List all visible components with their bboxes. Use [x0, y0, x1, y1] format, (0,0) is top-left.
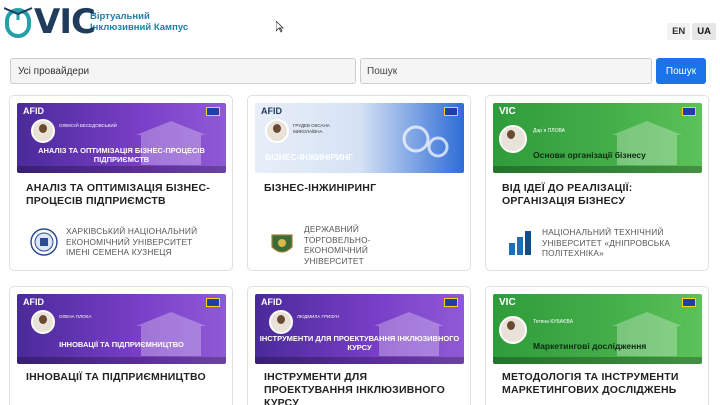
- banner-strip: [17, 357, 226, 364]
- banner-strip: [493, 166, 702, 173]
- course-card[interactable]: AFID ГРУДЕВ ОКСАНА МИКОЛАЇВНА БІЗНЕС-ІНЖ…: [247, 95, 471, 271]
- lecturer-avatar: [31, 119, 55, 143]
- logo-mark: VIC: [4, 2, 96, 42]
- mouse-cursor-icon: [276, 21, 284, 33]
- course-title[interactable]: БІЗНЕС-ІНЖИНІРИНГ: [264, 182, 454, 195]
- banner-logo: AFID: [23, 106, 44, 116]
- banner-course-title: Маркетингові дослідження: [533, 341, 647, 351]
- search-button[interactable]: Пошук: [656, 58, 706, 84]
- banner-logo: AFID: [261, 297, 282, 307]
- course-title[interactable]: ВІД ІДЕЇ ДО РЕАЛІЗАЦІЇ: ОРГАНІЗАЦІЯ БІЗН…: [502, 182, 702, 208]
- university-bars-icon: [509, 230, 531, 255]
- language-switcher: EN UA: [667, 23, 716, 40]
- banner-course-title: ІНСТРУМЕНТИ ДЛЯ ПРОЕКТУВАННЯ ІНКЛЮЗИВНОГ…: [259, 334, 460, 352]
- course-title[interactable]: ІННОВАЦІЇ ТА ПІДПРИЄМНИЦТВО: [26, 371, 216, 384]
- eu-flag-icon: [682, 298, 696, 307]
- lecturer-avatar: [31, 310, 55, 334]
- banner-strip: [493, 357, 702, 364]
- course-banner: VIC Дар`я ПЛОВА Основи організації бізне…: [493, 103, 702, 173]
- lecturer-avatar: [499, 125, 527, 153]
- banner-course-title: ІННОВАЦІЇ ТА ПІДПРИЄМНИЦТВО: [59, 340, 184, 349]
- lecturer-avatar: [265, 119, 289, 143]
- banner-logo: AFID: [23, 297, 44, 307]
- banner-strip: [17, 166, 226, 173]
- lecturer-avatar: [499, 316, 527, 344]
- university-crest-icon: [271, 234, 293, 253]
- building-icon: [136, 312, 206, 356]
- banner-strip: [255, 357, 464, 364]
- lang-ua-button[interactable]: UA: [692, 23, 716, 40]
- filter-bar: Усі провайдери Пошук: [10, 58, 708, 84]
- banner-lecturer-name: ОЛЕКСІЙ БЕСЕДОВСЬКИЙ: [59, 123, 117, 128]
- course-provider: НАЦІОНАЛЬНИЙ ТЕХНІЧНИЙ УНІВЕРСИТЕТ «ДНІП…: [506, 227, 682, 259]
- banner-course-title: АНАЛІЗ ТА ОПТИМІЗАЦІЯ БІЗНЕС-ПРОЦЕСІВ ПІ…: [38, 146, 205, 164]
- course-title[interactable]: ІНСТРУМЕНТИ ДЛЯ ПРОЕКТУВАННЯ ІНКЛЮЗИВНОГ…: [264, 371, 454, 405]
- lang-en-button[interactable]: EN: [667, 23, 691, 40]
- provider-select[interactable]: Усі провайдери: [10, 58, 356, 84]
- course-card[interactable]: VIC Тетяна КУБАЄВА Маркетингові дослідже…: [485, 286, 709, 405]
- logo-wordmark: VIC: [34, 2, 96, 42]
- eu-flag-icon: [682, 107, 696, 116]
- course-provider: ДЕРЖАВНИЙ ТОРГОВЕЛЬНО-ЕКОНОМІЧНИЙ УНІВЕР…: [268, 224, 424, 266]
- course-card[interactable]: VIC Дар`я ПЛОВА Основи організації бізне…: [485, 95, 709, 271]
- provider-name: ХАРКІВСЬКИЙ НАЦІОНАЛЬНИЙ ЕКОНОМІЧНИЙ УНІ…: [66, 226, 198, 257]
- banner-lecturer-name: ОЛЕНА ПЛОХА: [59, 314, 92, 319]
- university-seal-icon: [30, 228, 58, 256]
- provider-name: ДЕРЖАВНИЙ ТОРГОВЕЛЬНО-ЕКОНОМІЧНИЙ УНІВЕР…: [304, 224, 371, 266]
- mouse-book-icon: [4, 7, 33, 38]
- eu-flag-icon: [444, 107, 458, 116]
- eu-flag-icon: [206, 107, 220, 116]
- banner-course-title: БІЗНЕС-ІНЖИНІРИНГ: [265, 152, 354, 162]
- banner-lecturer-name: ГРУДЕВ ОКСАНА МИКОЛАЇВНА: [293, 123, 330, 134]
- banner-logo: VIC: [499, 297, 516, 308]
- logo-subtitle-line2: Інклюзивний Кампус: [90, 22, 189, 33]
- banner-lecturer-name: ЛЮДМИЛА ГРИЗУН: [297, 314, 339, 319]
- search-input[interactable]: [360, 58, 652, 84]
- banner-lecturer-name: Дар`я ПЛОВА: [533, 128, 565, 134]
- lecturer-avatar: [269, 310, 293, 334]
- course-banner: VIC Тетяна КУБАЄВА Маркетингові дослідже…: [493, 294, 702, 364]
- site-logo[interactable]: VIC Віртуальний Інклюзивний Кампус: [4, 2, 188, 42]
- course-card[interactable]: AFID ЛЮДМИЛА ГРИЗУН ІНСТРУМЕНТИ ДЛЯ ПРОЕ…: [247, 286, 471, 405]
- course-provider: ХАРКІВСЬКИЙ НАЦІОНАЛЬНИЙ ЕКОНОМІЧНИЙ УНІ…: [30, 226, 216, 258]
- banner-logo: VIC: [499, 106, 516, 117]
- course-card[interactable]: AFID ОЛЕКСІЙ БЕСЕДОВСЬКИЙ АНАЛІЗ ТА ОПТИ…: [9, 95, 233, 271]
- course-banner: AFID ОЛЕКСІЙ БЕСЕДОВСЬКИЙ АНАЛІЗ ТА ОПТИ…: [17, 103, 226, 173]
- banner-logo: AFID: [261, 106, 282, 116]
- course-banner: AFID ОЛЕНА ПЛОХА ІННОВАЦІЇ ТА ПІДПРИЄМНИ…: [17, 294, 226, 364]
- course-title[interactable]: МЕТОДОЛОГІЯ ТА ІНСТРУМЕНТИ МАРКЕТИНГОВИХ…: [502, 371, 702, 397]
- course-banner: AFID ГРУДЕВ ОКСАНА МИКОЛАЇВНА БІЗНЕС-ІНЖ…: [255, 103, 464, 173]
- course-card[interactable]: AFID ОЛЕНА ПЛОХА ІННОВАЦІЇ ТА ПІДПРИЄМНИ…: [9, 286, 233, 405]
- eu-flag-icon: [444, 298, 458, 307]
- logo-subtitle-line1: Віртуальний: [90, 11, 150, 22]
- banner-lecturer-name: Тетяна КУБАЄВА: [533, 319, 574, 325]
- course-title[interactable]: АНАЛІЗ ТА ОПТИМІЗАЦІЯ БІЗНЕС-ПРОЦЕСІВ ПІ…: [26, 182, 216, 208]
- course-banner: AFID ЛЮДМИЛА ГРИЗУН ІНСТРУМЕНТИ ДЛЯ ПРОЕ…: [255, 294, 464, 364]
- header: VIC Віртуальний Інклюзивний Кампус EN UA: [0, 0, 720, 50]
- banner-course-title: Основи організації бізнесу: [533, 150, 646, 160]
- logo-subtitle: Віртуальний Інклюзивний Кампус: [90, 11, 188, 33]
- eu-flag-icon: [206, 298, 220, 307]
- provider-name: НАЦІОНАЛЬНИЙ ТЕХНІЧНИЙ УНІВЕРСИТЕТ «ДНІП…: [542, 227, 671, 258]
